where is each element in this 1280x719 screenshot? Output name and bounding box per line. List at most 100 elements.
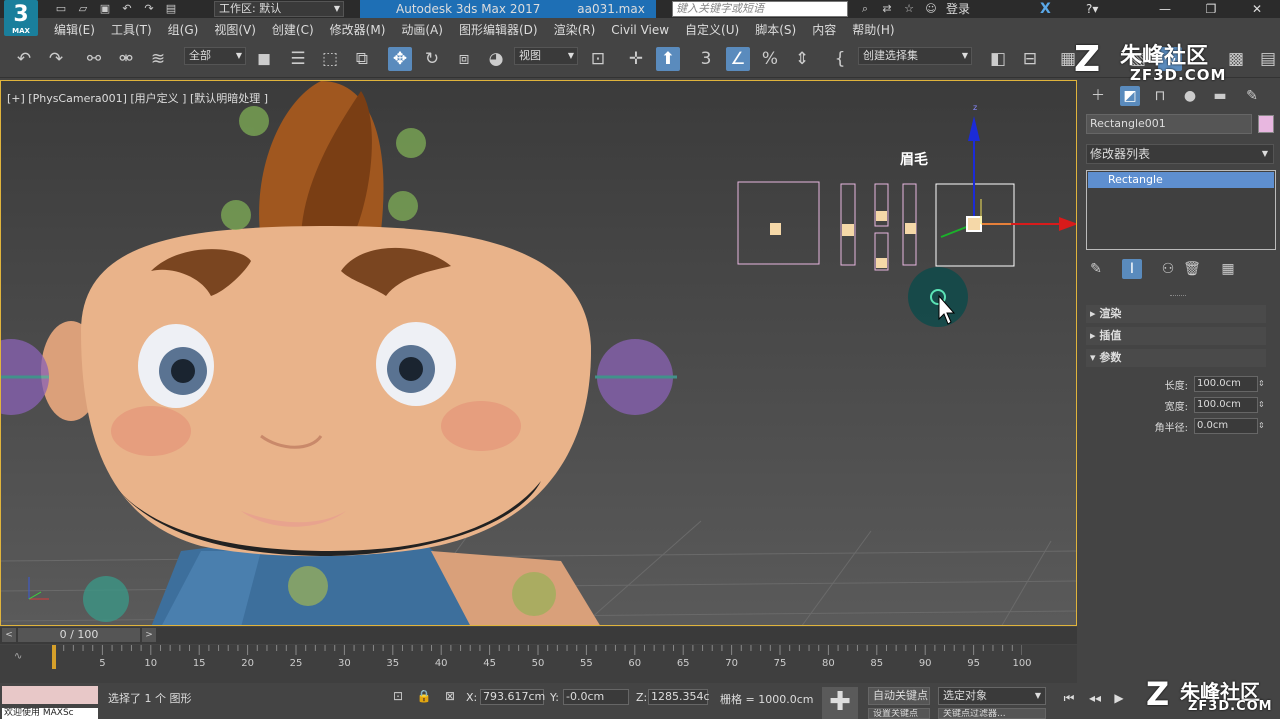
corner-radius-input[interactable]: 0.0cm [1194, 418, 1258, 434]
percent-snap-icon[interactable]: % [758, 47, 782, 71]
restore-icon[interactable]: ❐ [1188, 0, 1234, 18]
object-color-swatch[interactable] [1258, 115, 1274, 133]
make-unique-icon[interactable]: ⚇ [1158, 259, 1178, 279]
edit-named-selection-icon[interactable]: { [828, 47, 852, 71]
material-editor-icon[interactable]: ▩ [1224, 47, 1248, 71]
binoculars-icon[interactable]: ⌕ [858, 3, 872, 15]
time-slider-knob[interactable]: 0 / 100 [18, 628, 140, 642]
menu-tools[interactable]: 工具(T) [103, 19, 160, 41]
width-spinner-icon[interactable]: ⇕ [1258, 397, 1265, 413]
search-input[interactable]: 键入关键字或短语 [672, 1, 848, 17]
remove-modifier-icon[interactable]: 🗑 [1182, 259, 1202, 279]
corner-radius-spinner-icon[interactable]: ⇕ [1258, 418, 1265, 434]
key-filters-button[interactable]: 关键点过滤器... [938, 708, 1046, 719]
show-end-result-icon[interactable]: Ⅰ [1122, 259, 1142, 279]
set-key-mode-button[interactable]: 设置关键点 [868, 708, 930, 719]
selected-object-dropdown[interactable]: 选定对象 ▼ [938, 687, 1046, 705]
maxscript-mini-listener[interactable]: 欢迎使用 MAXSc [2, 708, 98, 719]
reference-coordinate-dropdown[interactable]: 视图 ▼ [514, 47, 578, 65]
login-button[interactable]: 登录 [946, 0, 970, 18]
select-rotate-icon[interactable]: ↻ [420, 47, 444, 71]
length-spinner-icon[interactable]: ⇕ [1258, 376, 1265, 392]
snaps-toggle-icon[interactable]: 3 [694, 47, 718, 71]
keyboard-shortcut-override-icon[interactable]: ⬆ [656, 47, 680, 71]
auto-key-button[interactable]: 自动关键点 [868, 687, 930, 705]
new-file-icon[interactable]: ▭ [54, 3, 68, 15]
menu-scripting[interactable]: 脚本(S) [747, 19, 804, 41]
viewport-label[interactable]: [+] [PhysCamera001] [用户定义 ] [默认明暗处理 ] [7, 90, 268, 106]
lock-selection-icon[interactable]: 🔒 [416, 689, 432, 705]
menu-views[interactable]: 视图(V) [206, 19, 264, 41]
pivot-center-icon[interactable]: ⊡ [586, 47, 610, 71]
time-slider-next-icon[interactable]: > [142, 628, 156, 642]
menu-animation[interactable]: 动画(A) [393, 19, 451, 41]
curve-editor-mini-icon[interactable]: ∿ [14, 651, 22, 662]
close-icon[interactable]: ✕ [1234, 0, 1280, 18]
selection-filter-dropdown[interactable]: 全部 ▼ [184, 47, 246, 65]
window-crossing-icon[interactable]: ⧉ [350, 47, 374, 71]
select-scale-icon[interactable]: ⧈ [452, 47, 476, 71]
select-place-icon[interactable]: ◕ [484, 47, 508, 71]
z-coord-input[interactable]: 1285.354c [648, 689, 710, 705]
pin-stack-icon[interactable]: ✎ [1086, 259, 1106, 279]
spinner-snap-icon[interactable]: ⇕ [790, 47, 814, 71]
project-folder-icon[interactable]: ▤ [164, 3, 178, 15]
menu-help[interactable]: 帮助(H) [844, 19, 902, 41]
mirror-icon[interactable]: ◧ [986, 47, 1010, 71]
tab-motion[interactable]: ● [1180, 86, 1200, 106]
time-slider-prev-icon[interactable]: < [2, 628, 16, 642]
tab-hierarchy[interactable]: ⊓ [1150, 86, 1170, 106]
viewport-camera[interactable]: [+] [PhysCamera001] [用户定义 ] [默认明暗处理 ] 眉毛 [0, 80, 1077, 626]
go-to-start-icon[interactable]: ⏮ [1060, 689, 1078, 707]
workspace-dropdown[interactable]: 工作区: 默认 ▼ [214, 1, 344, 17]
rollout-rendering[interactable]: ▸ 渲染 [1086, 305, 1266, 323]
menu-create[interactable]: 创建(C) [264, 19, 322, 41]
exchange-apps-icon[interactable]: X [1040, 0, 1060, 18]
minimize-icon[interactable]: — [1142, 0, 1188, 18]
help-icon[interactable]: ?▾ [1086, 0, 1114, 18]
undo-icon[interactable]: ↶ [12, 47, 36, 71]
unlink-icon[interactable]: ⚮ [114, 47, 138, 71]
select-manipulate-icon[interactable]: ✛ [624, 47, 648, 71]
exchange-icon[interactable]: ⇄ [880, 3, 894, 15]
maxscript-listener[interactable] [2, 686, 98, 704]
time-cursor[interactable] [52, 645, 56, 669]
play-icon[interactable]: ▶ [1110, 689, 1128, 707]
select-by-name-icon[interactable]: ☰ [286, 47, 310, 71]
menu-customize[interactable]: 自定义(U) [677, 19, 747, 41]
previous-frame-icon[interactable]: ◂◂ [1086, 689, 1104, 707]
modifier-stack[interactable]: Rectangle [1086, 170, 1276, 250]
width-input[interactable]: 100.0cm [1194, 397, 1258, 413]
tab-modify[interactable]: ◩ [1120, 86, 1140, 106]
named-selection-dropdown[interactable]: 创建选择集 ▼ [858, 47, 972, 65]
open-file-icon[interactable]: ▱ [76, 3, 90, 15]
app-logo[interactable]: 3 MAX [4, 0, 38, 36]
stack-item-rectangle[interactable]: Rectangle [1088, 172, 1274, 188]
track-bar[interactable]: ∿ 5 10 15 20 25 30 35 40 45 50 55 60 65 … [0, 645, 1077, 683]
menu-edit[interactable]: 编辑(E) [40, 19, 103, 41]
rectangular-selection-icon[interactable]: ⬚ [318, 47, 342, 71]
render-setup-icon[interactable]: ▤ [1256, 47, 1280, 71]
redo-icon[interactable]: ↷ [44, 47, 68, 71]
redo-icon[interactable]: ↷ [142, 3, 156, 15]
absolute-mode-icon[interactable]: ⊠ [442, 689, 458, 705]
menu-civil-view[interactable]: Civil View [603, 19, 677, 41]
menu-rendering[interactable]: 渲染(R) [546, 19, 604, 41]
set-key-button[interactable]: ✚ [822, 687, 858, 719]
menu-graph-editors[interactable]: 图形编辑器(D) [451, 19, 546, 41]
menu-modifiers[interactable]: 修改器(M) [322, 19, 394, 41]
align-icon[interactable]: ⊟ [1018, 47, 1042, 71]
modifier-list-dropdown[interactable]: 修改器列表 ▼ [1086, 144, 1274, 164]
star-icon[interactable]: ☆ [902, 3, 916, 15]
object-name-field[interactable]: Rectangle001 [1086, 114, 1252, 134]
save-file-icon[interactable]: ▣ [98, 3, 112, 15]
y-coord-input[interactable]: -0.0cm [563, 689, 629, 705]
link-icon[interactable]: ⚯ [82, 47, 106, 71]
undo-icon[interactable]: ↶ [120, 3, 134, 15]
select-object-icon[interactable]: ◼ [252, 47, 276, 71]
tab-display[interactable]: ▬ [1210, 86, 1230, 106]
tab-create[interactable]: ＋ [1088, 86, 1108, 106]
tab-utilities[interactable]: ✎ [1242, 86, 1262, 106]
isolate-selection-icon[interactable]: ⊡ [390, 689, 406, 705]
angle-snap-icon[interactable]: ∠ [726, 47, 750, 71]
